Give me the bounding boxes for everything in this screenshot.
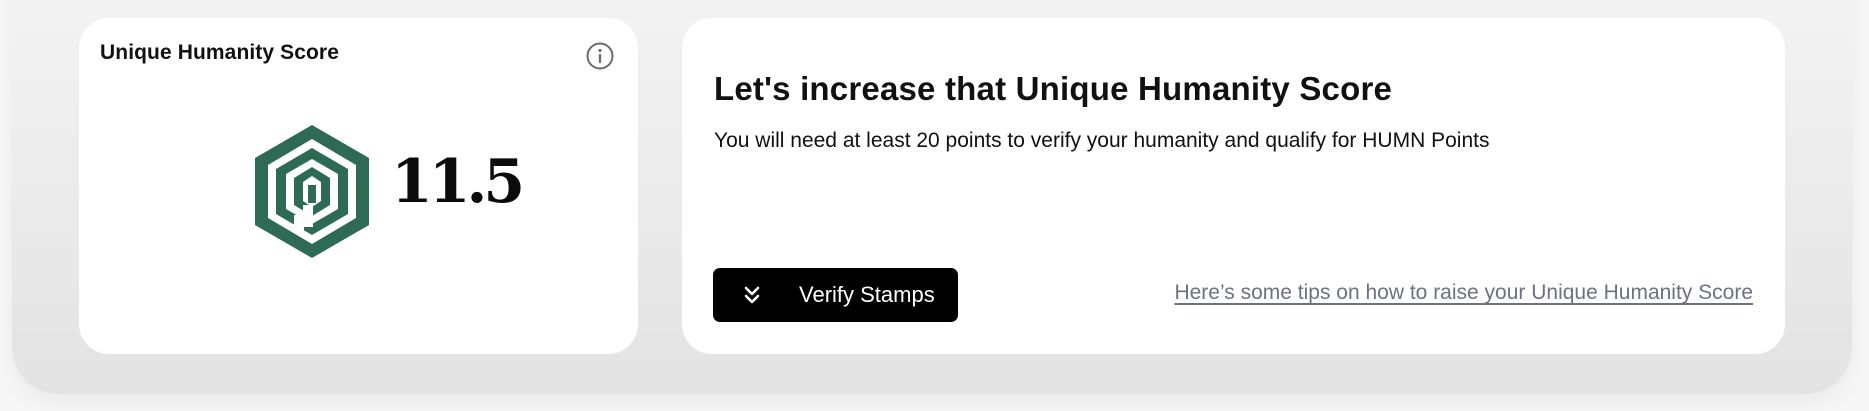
score-card-title: Unique Humanity Score: [100, 41, 339, 64]
score-card: Unique Humanity Score 11.5: [79, 18, 638, 354]
tips-link[interactable]: Here’s some tips on how to raise your Un…: [1174, 281, 1753, 305]
double-chevron-down-icon: [741, 284, 763, 306]
verify-stamps-button[interactable]: Verify Stamps: [713, 268, 958, 322]
verify-stamps-label: Verify Stamps: [799, 282, 935, 307]
increase-score-heading: Let's increase that Unique Humanity Scor…: [714, 70, 1393, 107]
points-requirement-text: You will need at least 20 points to veri…: [714, 129, 1490, 152]
info-icon[interactable]: [585, 41, 615, 71]
increase-score-card: Let's increase that Unique Humanity Scor…: [682, 18, 1785, 354]
humanity-hexagon-logo: [252, 123, 372, 260]
score-value: 11.5: [391, 147, 525, 217]
